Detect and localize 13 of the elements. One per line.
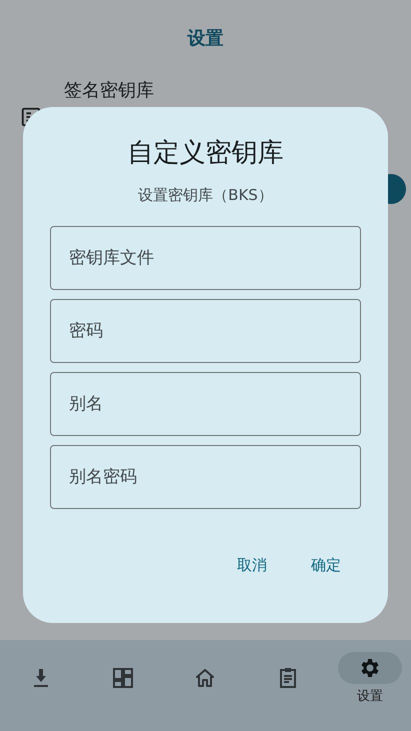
input-field[interactable]: 别名密码 xyxy=(50,445,361,509)
dialog-title: 自定义密钥库 xyxy=(128,137,284,170)
dashboard-icon xyxy=(111,666,136,690)
dialog-button[interactable]: 取消 xyxy=(225,548,279,583)
input-field[interactable]: 密码 xyxy=(50,299,361,363)
input-field[interactable]: 密钥库文件 xyxy=(50,226,361,290)
page-title: 设置 xyxy=(188,27,224,50)
nav-tab[interactable] xyxy=(338,652,402,684)
settings-item-label[interactable]: 签名密钥库 xyxy=(64,80,154,102)
dialog-button[interactable]: 确定 xyxy=(299,548,353,583)
dialog-subtitle: 设置密钥库（BKS） xyxy=(138,186,273,205)
nav-label: 设置 xyxy=(356,688,383,705)
input-field[interactable]: 别名 xyxy=(50,372,361,436)
